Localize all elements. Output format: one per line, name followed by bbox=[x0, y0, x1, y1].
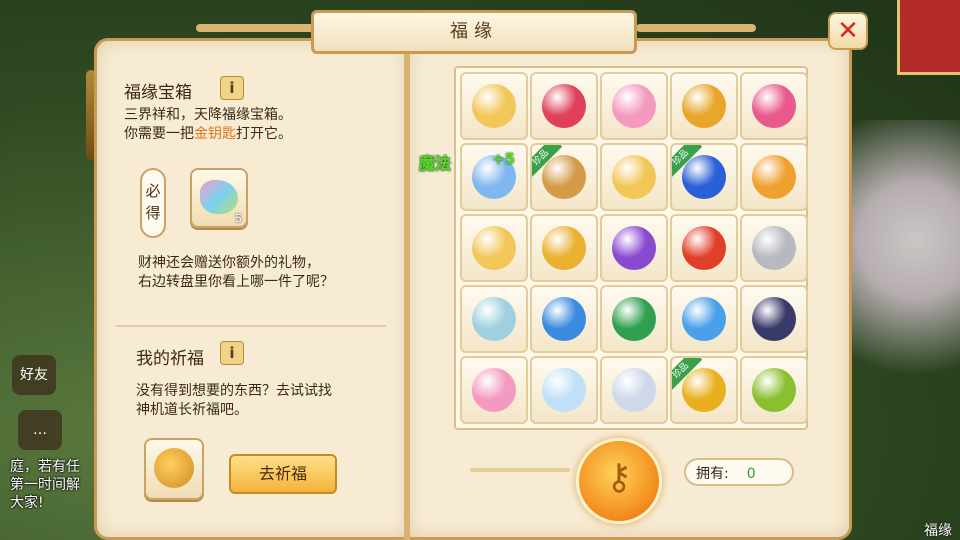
title-ornament bbox=[636, 24, 756, 32]
reward-cell[interactable] bbox=[460, 356, 528, 424]
purple-crystal-icon bbox=[612, 226, 656, 270]
cheese-icon bbox=[612, 155, 656, 199]
guaranteed-item-slot[interactable]: 5 bbox=[190, 168, 248, 228]
reward-cell[interactable] bbox=[600, 143, 668, 211]
silver-crystal-icon bbox=[752, 226, 796, 270]
fortune-panel: 福缘 ✕ 福缘宝箱 i 三界祥和，天降福缘宝箱。 你需要一把金钥匙打开它。 必得… bbox=[86, 10, 868, 540]
go-pray-button[interactable]: 去祈福 bbox=[229, 454, 337, 494]
desc-text: 打开它。 bbox=[236, 126, 292, 142]
pink-orb-icon bbox=[752, 84, 796, 128]
pray-description: 没有得到想要的东西？去试试找 神机道长祈福吧。 bbox=[136, 382, 332, 420]
reward-cell[interactable]: 珍品 bbox=[670, 356, 738, 424]
pink-pet-icon bbox=[612, 84, 656, 128]
reward-cell[interactable] bbox=[600, 285, 668, 353]
magic-bonus: +5 bbox=[492, 150, 516, 168]
reward-cell[interactable]: 珍品 bbox=[530, 143, 598, 211]
golden-key-icon: ⚷ bbox=[605, 457, 633, 498]
magic-label: 魔法 bbox=[419, 154, 452, 173]
title-ornament bbox=[196, 24, 316, 32]
player-avatar[interactable] bbox=[897, 0, 960, 75]
reward-cell[interactable] bbox=[740, 356, 808, 424]
green-beans-icon bbox=[752, 368, 796, 412]
close-icon: ✕ bbox=[837, 16, 859, 46]
rainbow-feather-icon bbox=[200, 180, 238, 214]
gold-key-link: 金钥匙 bbox=[194, 126, 236, 142]
desc-line: 你需要一把金钥匙打开它。 bbox=[124, 125, 292, 144]
reward-cell[interactable] bbox=[670, 214, 738, 282]
reward-cell[interactable] bbox=[600, 214, 668, 282]
open-chest-button[interactable]: ⚷ bbox=[576, 438, 662, 524]
friends-label: 好友 bbox=[20, 367, 48, 383]
window-title: 福缘 bbox=[311, 10, 637, 54]
reward-cell[interactable] bbox=[530, 72, 598, 140]
chest-title: 福缘宝箱 bbox=[124, 83, 192, 103]
reward-cell[interactable] bbox=[460, 285, 528, 353]
moon-gem-icon bbox=[682, 297, 726, 341]
gold-coin-icon bbox=[682, 84, 726, 128]
reward-cell[interactable] bbox=[740, 214, 808, 282]
reward-cell[interactable] bbox=[740, 285, 808, 353]
lucky-bag-slot[interactable] bbox=[144, 438, 204, 500]
gold-gem-icon bbox=[542, 226, 586, 270]
reward-cell[interactable] bbox=[600, 72, 668, 140]
reward-cell[interactable] bbox=[670, 285, 738, 353]
egg-icon bbox=[612, 368, 656, 412]
dark-dragon-icon bbox=[752, 297, 796, 341]
desc-line: 神机道长祈福吧。 bbox=[136, 402, 248, 418]
blue-orb-icon bbox=[682, 155, 726, 199]
pink-pet-icon bbox=[472, 368, 516, 412]
owned-label: 拥有: bbox=[696, 466, 729, 482]
reward-cell[interactable] bbox=[530, 214, 598, 282]
friends-button[interactable]: 好友 bbox=[12, 355, 56, 395]
reward-cell[interactable] bbox=[460, 72, 528, 140]
scroll-icon bbox=[542, 155, 586, 199]
owned-counter: 拥有: 0 bbox=[684, 458, 794, 486]
desc-line: 财神还会赠送你额外的礼物， bbox=[138, 255, 320, 271]
red-orb-icon bbox=[542, 84, 586, 128]
ice-cat-icon bbox=[542, 368, 586, 412]
section-divider bbox=[116, 325, 386, 327]
desc-line: 没有得到想要的东西？去试试找 bbox=[136, 383, 332, 399]
item-count: 5 bbox=[235, 212, 242, 225]
close-button[interactable]: ✕ bbox=[828, 12, 868, 50]
reward-cell[interactable] bbox=[740, 72, 808, 140]
desc-line: 三界祥和，天降福缘宝箱。 bbox=[124, 107, 292, 123]
pray-title: 我的祈福 bbox=[136, 349, 204, 369]
cheese-icon bbox=[472, 84, 516, 128]
reward-cell[interactable] bbox=[600, 356, 668, 424]
pray-info-button[interactable]: i bbox=[220, 341, 244, 365]
desc-line: 右边转盘里你看上哪一件了呢？ bbox=[138, 274, 334, 290]
reward-cell[interactable] bbox=[460, 214, 528, 282]
book-spine bbox=[404, 40, 410, 540]
reward-cell[interactable] bbox=[740, 143, 808, 211]
extra-gift-description: 财神还会赠送你额外的礼物， 右边转盘里你看上哪一件了呢？ bbox=[138, 254, 334, 292]
chest-info-button[interactable]: i bbox=[220, 76, 244, 100]
chat-icon[interactable]: … bbox=[18, 410, 62, 450]
cheese-icon bbox=[472, 226, 516, 270]
blossom-tree bbox=[850, 120, 960, 420]
corner-label: 福缘 bbox=[924, 523, 952, 539]
blue-crystal-icon bbox=[542, 297, 586, 341]
chest-description: 三界祥和，天降福缘宝箱。 你需要一把金钥匙打开它。 bbox=[124, 106, 292, 144]
reward-cell[interactable] bbox=[530, 356, 598, 424]
rainbow-horse-icon bbox=[472, 297, 516, 341]
green-orb-icon bbox=[612, 297, 656, 341]
amber-crystal-icon bbox=[682, 368, 726, 412]
desc-text: 你需要一把 bbox=[124, 126, 194, 142]
reward-cell[interactable] bbox=[530, 285, 598, 353]
reward-cell[interactable] bbox=[670, 72, 738, 140]
guaranteed-tag: 必得 bbox=[140, 168, 166, 238]
fire-emblem-icon bbox=[752, 155, 796, 199]
bottom-ornament bbox=[470, 468, 570, 472]
lucky-bag-icon bbox=[682, 226, 726, 270]
reward-cell[interactable]: 珍品 bbox=[670, 143, 738, 211]
owned-value: 0 bbox=[746, 466, 756, 482]
lucky-bag-icon bbox=[154, 448, 194, 488]
reward-grid: 珍品 珍品 珍品 bbox=[454, 66, 808, 430]
